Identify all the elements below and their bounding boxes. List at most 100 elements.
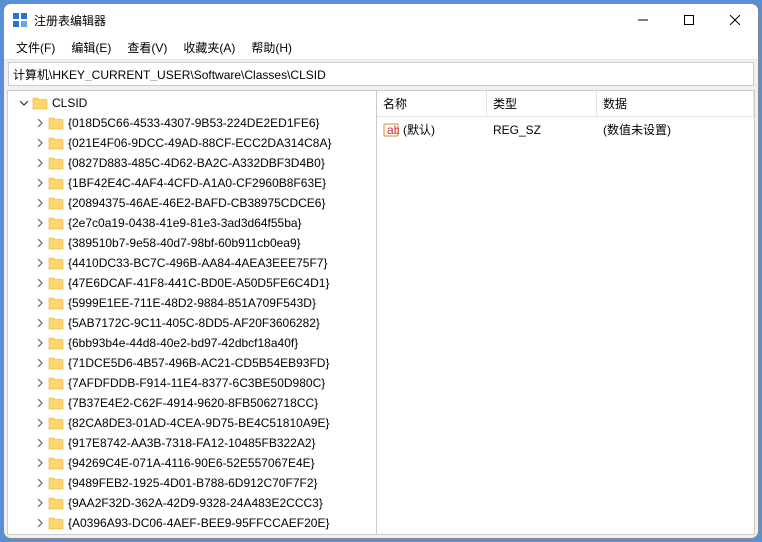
tree-item[interactable]: {20894375-46AE-46E2-BAFD-CB38975CDCE6} xyxy=(16,193,376,213)
chevron-right-icon[interactable] xyxy=(34,477,46,489)
tree-item-label: {82CA8DE3-01AD-4CEA-9D75-BE4C51810A9E} xyxy=(68,416,330,430)
minimize-button[interactable] xyxy=(620,4,666,36)
tree-item[interactable]: {5999E1EE-711E-48D2-9884-851A709F543D} xyxy=(16,293,376,313)
chevron-right-icon[interactable] xyxy=(34,197,46,209)
menu-file[interactable]: 文件(F) xyxy=(8,37,63,58)
folder-icon xyxy=(48,296,64,310)
chevron-right-icon[interactable] xyxy=(34,117,46,129)
tree-item-label: {5999E1EE-711E-48D2-9884-851A709F543D} xyxy=(68,296,316,310)
folder-icon xyxy=(48,456,64,470)
menu-edit[interactable]: 编辑(E) xyxy=(63,37,119,58)
column-headers: 名称 类型 数据 xyxy=(377,91,754,117)
tree-item[interactable]: {71DCE5D6-4B57-496B-AC21-CD5B54EB93FD} xyxy=(16,353,376,373)
tree-item[interactable]: {021E4F06-9DCC-49AD-88CF-ECC2DA314C8A} xyxy=(16,133,376,153)
folder-icon xyxy=(48,276,64,290)
tree-item[interactable]: {9AA2F32D-362A-42D9-9328-24A483E2CCC3} xyxy=(16,493,376,513)
chevron-right-icon[interactable] xyxy=(34,137,46,149)
tree-item-label: {47E6DCAF-41F8-441C-BD0E-A50D5FE6C4D1} xyxy=(68,276,329,290)
tree-item[interactable]: {4410DC33-BC7C-496B-AA84-4AEA3EEE75F7} xyxy=(16,253,376,273)
tree-item[interactable]: {47E6DCAF-41F8-441C-BD0E-A50D5FE6C4D1} xyxy=(16,273,376,293)
chevron-right-icon[interactable] xyxy=(34,277,46,289)
folder-icon xyxy=(48,436,64,450)
folder-icon xyxy=(48,136,64,150)
tree-item-label: {021E4F06-9DCC-49AD-88CF-ECC2DA314C8A} xyxy=(68,136,331,150)
tree-item-label: {5AB7172C-9C11-405C-8DD5-AF20F3606282} xyxy=(68,316,320,330)
tree-item[interactable]: {1BF42E4C-4AF4-4CFD-A1A0-CF2960B8F63E} xyxy=(16,173,376,193)
tree-item-label: {917E8742-AA3B-7318-FA12-10485FB322A2} xyxy=(68,436,316,450)
chevron-right-icon[interactable] xyxy=(34,337,46,349)
app-icon xyxy=(12,12,28,28)
chevron-right-icon[interactable] xyxy=(34,437,46,449)
tree-item-label: {9489FEB2-1925-4D01-B788-6D912C70F7F2} xyxy=(68,476,318,490)
menu-view[interactable]: 查看(V) xyxy=(119,37,175,58)
chevron-right-icon[interactable] xyxy=(34,317,46,329)
maximize-button[interactable] xyxy=(666,4,712,36)
tree-item[interactable]: {82CA8DE3-01AD-4CEA-9D75-BE4C51810A9E} xyxy=(16,413,376,433)
detail-pane: 名称 类型 数据 ab(默认)REG_SZ(数值未设置) xyxy=(377,90,755,535)
folder-icon xyxy=(48,196,64,210)
tree-item-label: {7B37E4E2-C62F-4914-9620-8FB5062718CC} xyxy=(68,396,318,410)
tree-item[interactable]: {9489FEB2-1925-4D01-B788-6D912C70F7F2} xyxy=(16,473,376,493)
folder-icon xyxy=(48,336,64,350)
chevron-right-icon[interactable] xyxy=(34,297,46,309)
tree-item[interactable]: {5AB7172C-9C11-405C-8DD5-AF20F3606282} xyxy=(16,313,376,333)
chevron-right-icon[interactable] xyxy=(34,417,46,429)
folder-icon xyxy=(48,236,64,250)
tree-item[interactable]: {018D5C66-4533-4307-9B53-224DE2ED1FE6} xyxy=(16,113,376,133)
chevron-right-icon[interactable] xyxy=(34,237,46,249)
tree-item-label: {389510b7-9e58-40d7-98bf-60b911cb0ea9} xyxy=(68,236,301,250)
address-input[interactable] xyxy=(13,67,749,81)
window-frame: 注册表编辑器 文件(F) 编辑(E) 查看(V) 收藏夹(A) 帮助(H) CL… xyxy=(3,3,759,539)
titlebar[interactable]: 注册表编辑器 xyxy=(4,4,758,36)
menu-favorites[interactable]: 收藏夹(A) xyxy=(175,37,243,58)
tree-root-label: CLSID xyxy=(52,96,87,110)
folder-icon xyxy=(48,216,64,230)
tree-item-label: {2e7c0a19-0438-41e9-81e3-3ad3d64f55ba} xyxy=(68,216,302,230)
folder-icon xyxy=(32,96,48,110)
tree-item[interactable]: {2e7c0a19-0438-41e9-81e3-3ad3d64f55ba} xyxy=(16,213,376,233)
chevron-right-icon[interactable] xyxy=(34,397,46,409)
folder-icon xyxy=(48,476,64,490)
chevron-right-icon[interactable] xyxy=(34,497,46,509)
tree-item[interactable]: {6bb93b4e-44d8-40e2-bd97-42dbcf18a40f} xyxy=(16,333,376,353)
chevron-right-icon[interactable] xyxy=(34,257,46,269)
tree-item[interactable]: {0827D883-485C-4D62-BA2C-A332DBF3D4B0} xyxy=(16,153,376,173)
folder-icon xyxy=(48,516,64,530)
close-button[interactable] xyxy=(712,4,758,36)
tree-root-node[interactable]: CLSID xyxy=(16,93,376,113)
tree-item-label: {7AFDFDDB-F914-11E4-8377-6C3BE50D980C} xyxy=(68,376,325,390)
tree-item[interactable]: {389510b7-9e58-40d7-98bf-60b911cb0ea9} xyxy=(16,233,376,253)
column-data[interactable]: 数据 xyxy=(597,91,754,116)
chevron-right-icon[interactable] xyxy=(34,517,46,529)
string-value-icon: ab xyxy=(383,122,399,138)
window-title: 注册表编辑器 xyxy=(34,12,106,29)
folder-icon xyxy=(48,116,64,130)
chevron-right-icon[interactable] xyxy=(34,177,46,189)
value-name: (默认) xyxy=(403,121,435,138)
chevron-right-icon[interactable] xyxy=(34,377,46,389)
chevron-right-icon[interactable] xyxy=(34,157,46,169)
chevron-right-icon[interactable] xyxy=(34,217,46,229)
content-area: CLSID {018D5C66-4533-4307-9B53-224DE2ED1F… xyxy=(7,90,755,535)
value-data-cell: (数值未设置) xyxy=(597,119,754,140)
tree-item[interactable]: {7B37E4E2-C62F-4914-9620-8FB5062718CC} xyxy=(16,393,376,413)
folder-icon xyxy=(48,416,64,430)
tree-item-label: {0827D883-485C-4D62-BA2C-A332DBF3D4B0} xyxy=(68,156,325,170)
folder-icon xyxy=(48,496,64,510)
chevron-right-icon[interactable] xyxy=(34,357,46,369)
column-type[interactable]: 类型 xyxy=(487,91,597,116)
menu-help[interactable]: 帮助(H) xyxy=(243,37,300,58)
tree-item[interactable]: {A0396A93-DC06-4AEF-BEE9-95FFCCAEF20E} xyxy=(16,513,376,533)
value-row[interactable]: ab(默认)REG_SZ(数值未设置) xyxy=(377,117,754,142)
tree-item[interactable]: {917E8742-AA3B-7318-FA12-10485FB322A2} xyxy=(16,433,376,453)
chevron-down-icon[interactable] xyxy=(18,97,30,109)
chevron-right-icon[interactable] xyxy=(34,457,46,469)
address-bar[interactable] xyxy=(8,62,754,86)
value-name-cell: ab(默认) xyxy=(377,119,487,140)
tree-item[interactable]: {94269C4E-071A-4116-90E6-52E557067E4E} xyxy=(16,453,376,473)
tree-item[interactable]: {7AFDFDDB-F914-11E4-8377-6C3BE50D980C} xyxy=(16,373,376,393)
folder-icon xyxy=(48,256,64,270)
column-name[interactable]: 名称 xyxy=(377,91,487,116)
tree-pane[interactable]: CLSID {018D5C66-4533-4307-9B53-224DE2ED1F… xyxy=(7,90,377,535)
menubar: 文件(F) 编辑(E) 查看(V) 收藏夹(A) 帮助(H) xyxy=(4,36,758,60)
